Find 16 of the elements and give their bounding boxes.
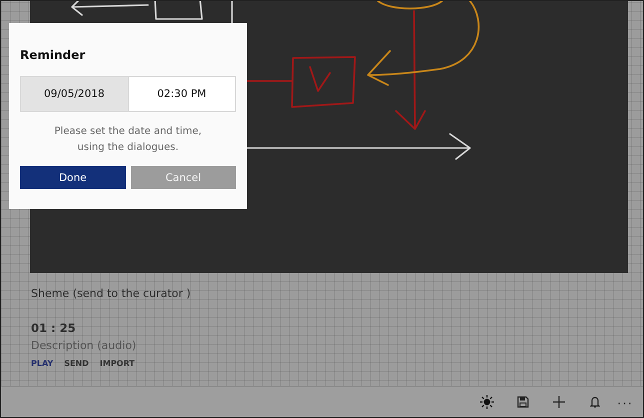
add-icon <box>553 396 565 408</box>
description-text: Description (audio) <box>31 339 136 352</box>
duration-text: 01 : 25 <box>31 321 76 335</box>
note-title: Sheme (send to the curator ) <box>31 287 191 300</box>
more-button[interactable]: ··· <box>613 390 637 414</box>
date-picker[interactable]: 09/05/2018 <box>21 77 128 111</box>
brightness-icon <box>480 395 494 409</box>
dialog-message: Please set the date and time, using the dialogues. <box>53 125 203 155</box>
action-link[interactable]: IMPORT <box>100 359 135 368</box>
action-link[interactable]: PLAY <box>31 359 54 368</box>
action-link[interactable]: SEND <box>64 359 89 368</box>
bell-icon <box>590 396 600 408</box>
save-icon <box>517 396 529 408</box>
time-picker[interactable]: 02:30 PM <box>128 77 235 111</box>
dialog-title: Reminder <box>20 48 86 62</box>
done-button[interactable]: Done <box>20 166 126 189</box>
